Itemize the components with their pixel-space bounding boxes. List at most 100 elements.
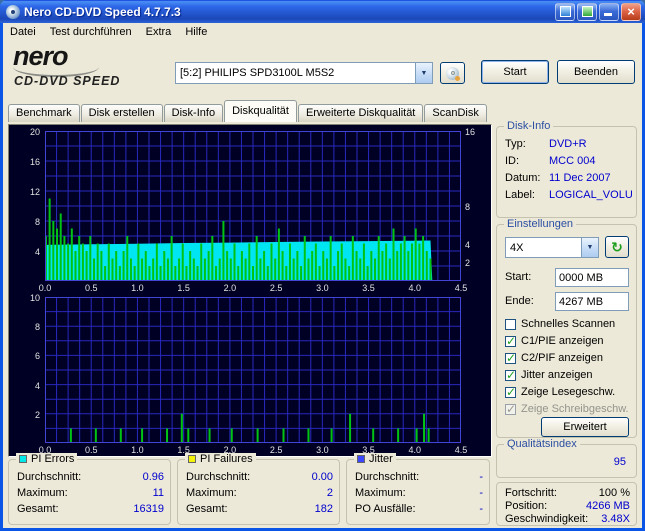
refresh-speed-button[interactable]: ↻ [605,236,629,258]
axis-tick-label: 4 [465,239,471,250]
tab-diskqualitaet[interactable]: Diskqualität [224,100,297,122]
chevron-down-icon[interactable]: ▼ [415,63,432,83]
speed-select-value: 4X [510,241,524,254]
green-app-icon [581,6,593,17]
position-label: Position: [505,500,548,512]
info-value: MCC 004 [549,155,596,167]
info-value: DVD+R [549,138,587,150]
checkbox-c2-pif-anzeigen[interactable]: C2/PIF anzeigen [505,351,603,365]
quit-button[interactable]: Beenden [557,60,635,84]
axis-tick-label: 2.0 [223,283,237,293]
checkbox-c1-pie-anzeigen[interactable]: C1/PIE anzeigen [505,334,604,348]
eject-disc-button[interactable] [440,62,465,84]
quality-scan-charts: 20 16 12 8 4 16 8 4 2 0.0 0.5 1.0 1.5 2.0 2.5 3.0 3.5 4.0… [8,124,492,457]
pi-errors-panel: PI Errors Durchschnitt: 0.96 Maximum: 11 G… [8,453,171,525]
stat-label: Maximum: [355,487,406,499]
menu-test-durchfuehren[interactable]: Test durchführen [43,24,139,40]
drive-select[interactable]: [5:2] PHILIPS SPD3100L M5S2 ▼ [175,62,433,84]
pi-errors-swatch-icon [19,455,27,463]
info-value: 11 Dec 2007 [549,172,611,184]
start-button[interactable]: Start [481,60,549,84]
axis-tick-label: 16 [29,157,40,167]
info-label: Typ: [505,138,526,150]
disk-info-group-title: Disk-Info [504,120,554,132]
checkbox-label: C2/PIF anzeigen [521,352,603,364]
axis-tick-label: 4.5 [454,283,468,293]
axis-tick-label: 3.0 [316,283,329,293]
tab-disk-info[interactable]: Disk-Info [163,104,224,122]
position-value: 4266 MB [585,500,630,512]
axis-tick-label: 2.5 [269,283,283,293]
stat-value: - [479,503,483,515]
progress-group: Fortschritt: 100 % Position: 4266 MB Gesch… [496,482,637,526]
tab-erweiterte-diskqualitaet[interactable]: Erweiterte Diskqualität [297,104,424,122]
app-icon [6,4,20,19]
axis-tick-label: 6 [34,351,40,362]
info-label: ID: [505,155,520,167]
checkbox-zeige-lesegeschw[interactable]: Zeige Lesegeschw. [505,385,615,399]
tab-benchmark[interactable]: Benchmark [8,104,80,122]
menu-extra[interactable]: Extra [139,24,179,40]
start-field-label: Start: [505,271,532,283]
stat-value: 2 [326,487,333,499]
stat-value: 0.96 [142,471,164,483]
start-position-input[interactable] [555,268,629,287]
tab-scandisk[interactable]: ScanDisk [424,104,487,122]
end-field-label: Ende: [505,295,534,307]
stat-value: 0.00 [311,471,333,483]
client-area: Datei Test durchführen Extra Hilfe nero … [3,23,642,528]
checkbox-label: Zeige Lesegeschw. [521,386,616,398]
axis-tick-label: 0.5 [84,283,98,293]
info-label: Label: [505,189,535,201]
checkbox-icon[interactable] [505,318,516,330]
titlebar-shortcut-button-2[interactable] [577,2,597,21]
speed-select[interactable]: 4X ▼ [505,237,599,258]
axis-tick-label: 8 [465,202,471,212]
axis-tick-label: 2.5 [269,445,283,455]
pi-failures-title: PI Failures [185,453,256,465]
menu-bar: Datei Test durchführen Extra Hilfe [3,23,642,41]
checkbox-label: Zeige Schreibgeschw. [521,403,629,415]
axis-tick-label: 4.5 [454,445,468,455]
minimize-button[interactable] [599,2,619,21]
checkbox-label: Jitter anzeigen [521,369,593,381]
menu-datei[interactable]: Datei [3,24,43,40]
checkbox-icon[interactable] [505,351,516,365]
titlebar[interactable]: Nero CD-DVD Speed 4.7.7.3 × [0,0,645,23]
axis-tick-label: 4.0 [408,283,422,293]
stat-value: 16319 [133,503,164,515]
jitter-title: Jitter [354,453,396,465]
quality-index-title: Qualitätsindex [504,438,580,450]
axis-tick-label: 12 [29,187,40,197]
menu-hilfe[interactable]: Hilfe [178,24,214,40]
stat-value: 11 [152,487,164,499]
checkbox-jitter-anzeigen[interactable]: Jitter anzeigen [505,368,593,382]
stat-label: Durchschnitt: [355,471,420,483]
axis-tick-label: 8 [34,322,40,333]
axis-tick-label: 2 [465,258,471,269]
titlebar-shortcut-button-1[interactable] [555,2,575,21]
pi-failures-swatch-icon [188,455,196,463]
advanced-button[interactable]: Erweitert [541,417,629,437]
stat-value: 182 [314,503,333,515]
axis-tick-label: 4 [34,247,40,257]
stat-label: Gesamt: [17,503,59,515]
checkbox-zeige-schreibgeschw: Zeige Schreibgeschw. [505,402,629,416]
checkbox-schnelles-scannen[interactable]: Schnelles Scannen [505,317,615,331]
checkbox-icon[interactable] [505,368,516,382]
progress-value: 100 % [598,487,630,499]
settings-group: Einstellungen 4X ▼ ↻ Start: Ende: Schnel… [496,218,637,438]
checkbox-icon[interactable] [505,334,516,348]
stat-label: Gesamt: [186,503,228,515]
chevron-down-icon[interactable]: ▼ [581,238,598,257]
window-title: Nero CD-DVD Speed 4.7.7.3 [24,4,181,19]
speed-value: 3.48X [601,513,630,525]
pif-chart [45,297,461,443]
stat-label: PO Ausfälle: [355,503,416,515]
close-button[interactable]: × [621,2,641,21]
checkbox-icon[interactable] [505,385,516,399]
end-position-input[interactable] [555,292,629,311]
axis-tick-label: 8 [34,217,40,227]
tab-disk-erstellen[interactable]: Disk erstellen [80,104,163,122]
checkbox-label: C1/PIE anzeigen [521,335,604,347]
